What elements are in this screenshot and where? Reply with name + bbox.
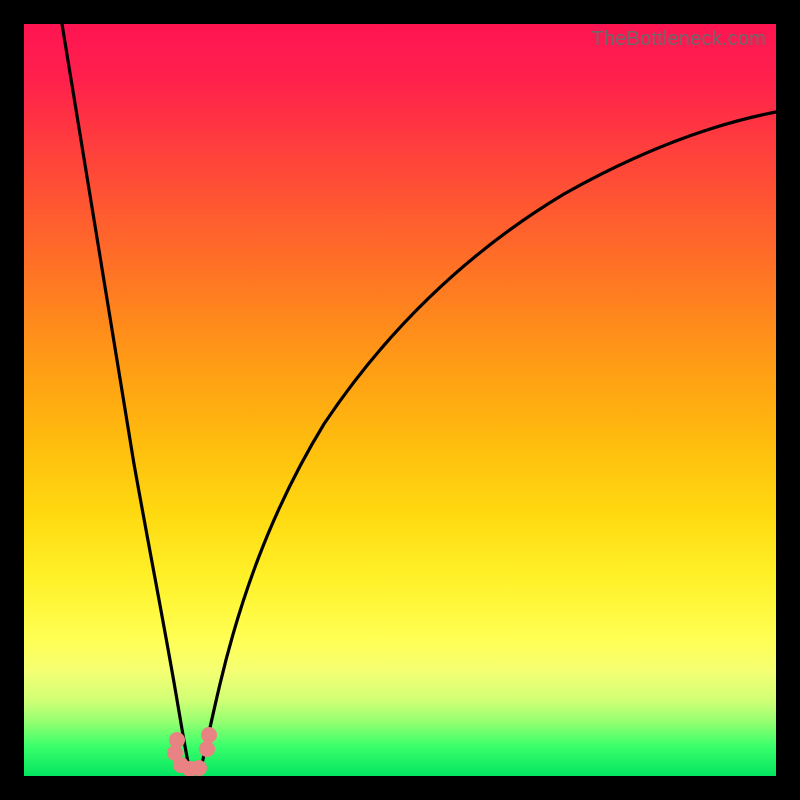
- chart-curves: [24, 24, 776, 776]
- marker-group: [167, 727, 217, 776]
- left-curve: [62, 24, 190, 772]
- right-curve: [200, 112, 776, 772]
- watermark-text: TheBottleneck.com: [591, 28, 766, 51]
- chart-frame: TheBottleneck.com: [0, 0, 800, 800]
- plot-area: TheBottleneck.com: [24, 24, 776, 776]
